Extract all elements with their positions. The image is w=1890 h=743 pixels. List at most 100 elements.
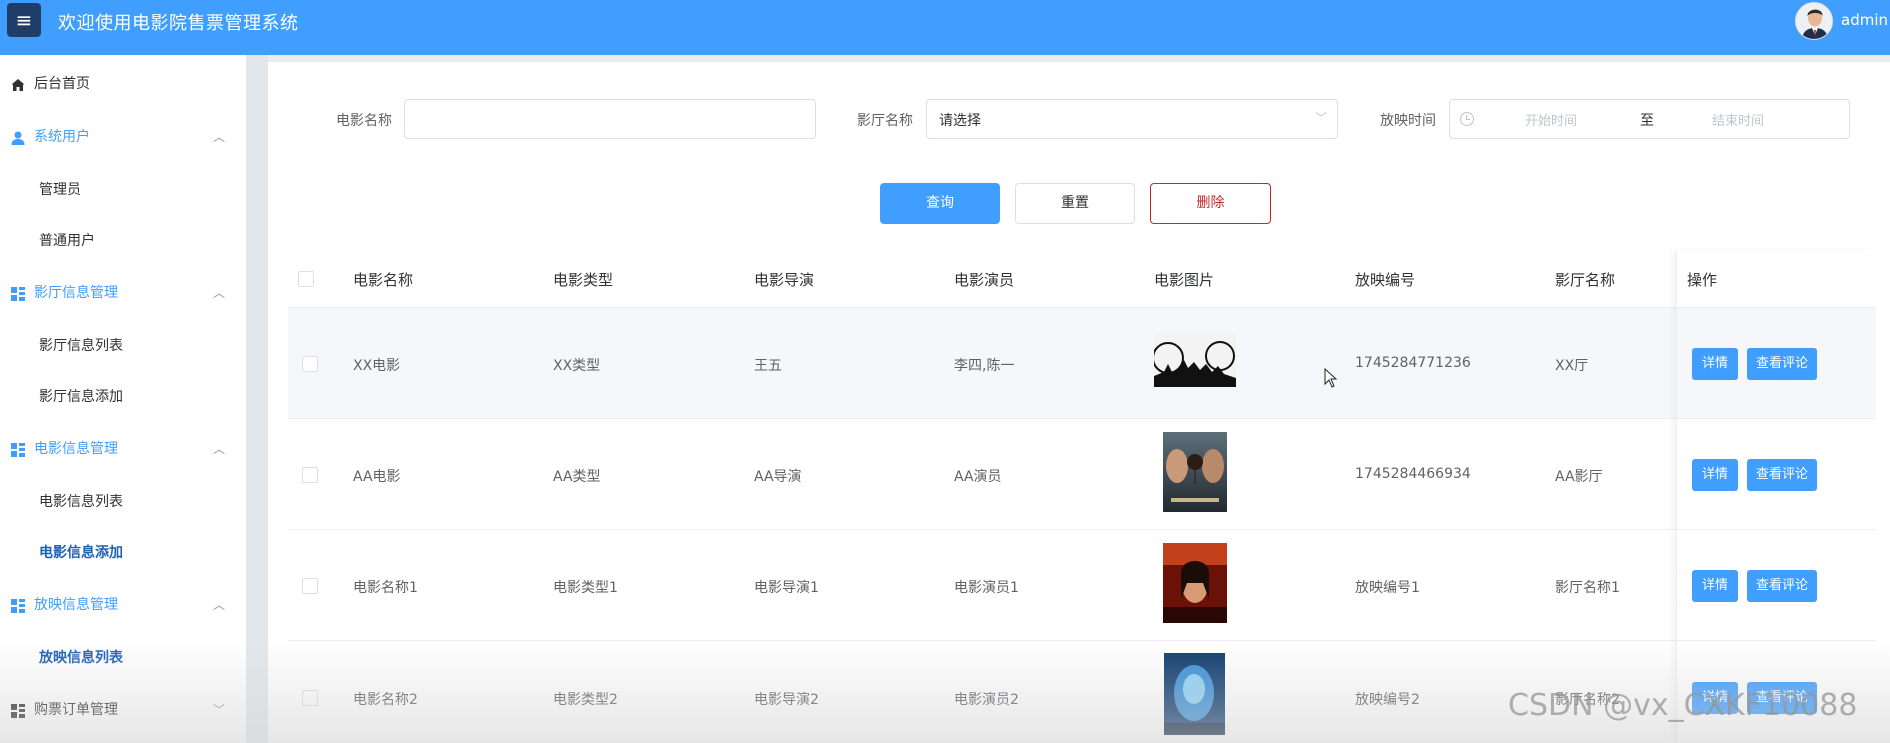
cell-type: AA类型 xyxy=(553,469,601,485)
table-row xyxy=(288,530,1876,641)
cell-type: 电影类型1 xyxy=(553,580,618,596)
sidebar-item-admin[interactable]: 管理员 xyxy=(0,170,246,210)
detail-button[interactable]: 详情 xyxy=(1692,570,1738,602)
sidebar-group-movie-management[interactable]: 电影信息管理 ︿ xyxy=(0,429,246,469)
actions-column xyxy=(1676,250,1876,743)
hall-name-label: 影厅名称 xyxy=(857,113,913,129)
row-checkbox[interactable] xyxy=(302,356,318,372)
mouse-cursor-icon xyxy=(1324,368,1338,388)
cell-name: 电影名称2 xyxy=(353,692,418,708)
col-header-director: 电影导演 xyxy=(754,271,815,289)
user-menu-trigger[interactable]: admin ⌄ xyxy=(1841,11,1890,29)
app-title: 欢迎使用电影院售票管理系统 xyxy=(58,13,299,34)
sidebar-group-order-management[interactable]: 购票订单管理 ﹀ xyxy=(0,690,246,730)
sidebar-item-hall-list[interactable]: 影厅信息列表 xyxy=(0,326,246,366)
col-header-type: 电影类型 xyxy=(553,271,614,289)
movie-poster-image xyxy=(1164,653,1225,735)
grid-icon xyxy=(11,599,25,613)
end-time-input[interactable]: 结束时间 xyxy=(1712,110,1764,129)
cell-director: AA导演 xyxy=(754,469,802,485)
sidebar-item-label: 电影信息添加 xyxy=(39,545,123,561)
hall-name-select[interactable]: 请选择 ﹀ xyxy=(926,99,1338,139)
movie-poster-image xyxy=(1163,543,1227,623)
col-header-screening-no: 放映编号 xyxy=(1355,271,1416,289)
view-comments-button[interactable]: 查看评论 xyxy=(1747,570,1817,602)
sidebar-group-hall-management[interactable]: 影厅信息管理 ︿ xyxy=(0,273,246,313)
cell-type: 电影类型2 xyxy=(553,692,618,708)
clock-icon xyxy=(1460,112,1474,126)
cell-screening-no: 放映编号1 xyxy=(1355,580,1420,596)
top-header: ≡ 欢迎使用电影院售票管理系统 admin ⌄ xyxy=(0,0,1890,55)
sidebar-item-home[interactable]: 后台首页 xyxy=(0,64,246,104)
user-icon xyxy=(11,131,25,145)
sidebar-group-screening-management[interactable]: 放映信息管理 ︿ xyxy=(0,585,246,625)
sidebar-item-label: 放映信息列表 xyxy=(39,650,123,666)
user-name: admin xyxy=(1841,11,1888,29)
watermark-text: CSDN @vx_CXKF10088 xyxy=(1508,688,1858,723)
sidebar-group-label: 放映信息管理 xyxy=(34,597,118,613)
col-header-image: 电影图片 xyxy=(1154,271,1215,289)
sidebar-item-movie-add[interactable]: 电影信息添加 xyxy=(0,533,246,573)
cell-hall: AA影厅 xyxy=(1555,469,1603,485)
sidebar-item-movie-list[interactable]: 电影信息列表 xyxy=(0,482,246,522)
screening-time-range[interactable]: 开始时间 至 结束时间 xyxy=(1449,99,1850,139)
view-comments-button[interactable]: 查看评论 xyxy=(1747,459,1817,491)
menu-toggle-button[interactable]: ≡ xyxy=(7,3,41,37)
sidebar-item-label: 影厅信息列表 xyxy=(39,338,123,354)
cell-screening-no: 1745284771236 xyxy=(1355,355,1471,371)
chevron-down-icon: ﹀ xyxy=(213,703,226,717)
hall-select-value: 请选择 xyxy=(939,113,981,129)
cell-actors: AA演员 xyxy=(954,469,1002,485)
sidebar-item-label: 管理员 xyxy=(39,182,81,198)
cell-hall: XX厅 xyxy=(1555,358,1589,374)
chevron-down-icon: ﹀ xyxy=(1314,111,1327,125)
sidebar-group-system-users[interactable]: 系统用户 ︿ xyxy=(0,117,246,157)
grid-icon xyxy=(11,704,25,718)
avatar[interactable] xyxy=(1795,2,1833,40)
chevron-up-icon: ︿ xyxy=(213,130,226,144)
home-icon xyxy=(11,79,25,91)
detail-button[interactable]: 详情 xyxy=(1692,459,1738,491)
view-comments-button[interactable]: 查看评论 xyxy=(1747,348,1817,380)
start-time-input[interactable]: 开始时间 xyxy=(1525,110,1577,129)
sidebar-item-screening-list[interactable]: 放映信息列表 xyxy=(0,638,246,678)
search-button[interactable]: 查询 xyxy=(880,183,1000,224)
cell-name: AA电影 xyxy=(353,469,401,485)
movie-name-input[interactable] xyxy=(404,99,816,139)
sidebar-group-label: 电影信息管理 xyxy=(34,441,118,457)
cell-actors: 电影演员2 xyxy=(954,692,1019,708)
chevron-up-icon: ︿ xyxy=(213,598,226,612)
table-row xyxy=(288,308,1876,419)
sidebar-item-label: 影厅信息添加 xyxy=(39,389,123,405)
grid-icon xyxy=(11,443,25,457)
detail-button[interactable]: 详情 xyxy=(1692,348,1738,380)
movie-poster-image xyxy=(1154,334,1236,387)
sidebar-item-hall-add[interactable]: 影厅信息添加 xyxy=(0,377,246,417)
row-checkbox[interactable] xyxy=(302,467,318,483)
sidebar-scroll-gutter xyxy=(246,55,268,743)
cell-director: 电影导演1 xyxy=(754,580,819,596)
avatar-portrait-icon xyxy=(1796,3,1832,39)
movie-name-label: 电影名称 xyxy=(336,113,392,129)
cell-name: 电影名称1 xyxy=(353,580,418,596)
delete-button[interactable]: 删除 xyxy=(1150,183,1271,224)
sidebar-group-label: 系统用户 xyxy=(34,129,90,145)
sidebar-item-normal-users[interactable]: 普通用户 xyxy=(0,221,246,261)
chevron-up-icon: ︿ xyxy=(213,442,226,456)
sidebar-group-label: 购票订单管理 xyxy=(34,702,118,718)
screening-time-label: 放映时间 xyxy=(1380,113,1436,129)
cell-screening-no: 放映编号2 xyxy=(1355,692,1420,708)
col-header-hall: 影厅名称 xyxy=(1555,271,1616,289)
sidebar: 后台首页 系统用户 ︿ 管理员 普通用户 影厅信息管理 ︿ 影厅信息列表 影厅信… xyxy=(0,55,246,743)
sidebar-item-label: 后台首页 xyxy=(34,76,90,92)
select-all-checkbox[interactable] xyxy=(298,271,314,287)
row-checkbox[interactable] xyxy=(302,578,318,594)
cell-type: XX类型 xyxy=(553,358,601,374)
cell-screening-no: 1745284466934 xyxy=(1355,466,1471,482)
row-checkbox[interactable] xyxy=(302,690,318,706)
cell-actors: 电影演员1 xyxy=(954,580,1019,596)
reset-button[interactable]: 重置 xyxy=(1015,183,1135,224)
movie-poster-image xyxy=(1163,432,1227,512)
cell-director: 电影导演2 xyxy=(754,692,819,708)
table-row xyxy=(288,419,1876,530)
